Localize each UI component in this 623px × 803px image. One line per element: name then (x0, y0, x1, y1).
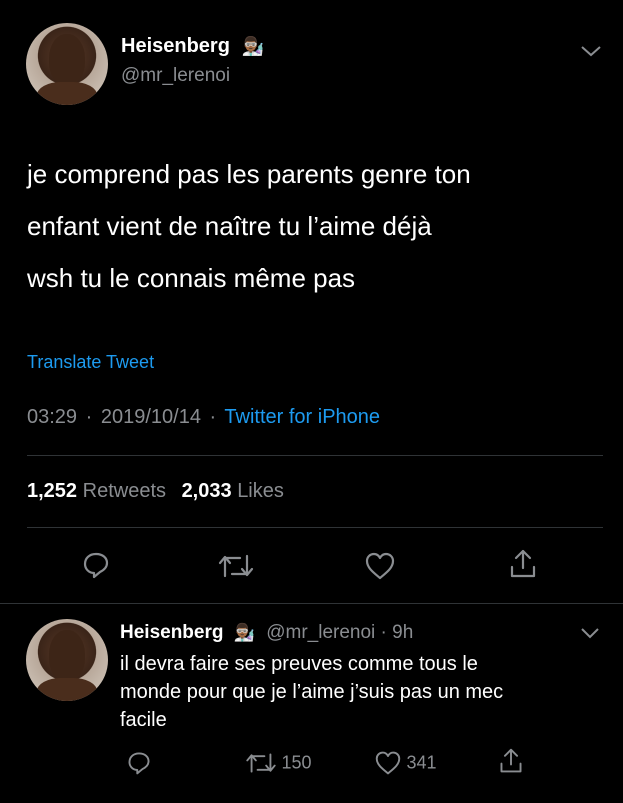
retweet-icon[interactable] (218, 552, 254, 580)
reply-handle-time[interactable]: @mr_lerenoi · 9h (266, 622, 413, 643)
tweet-text: je comprend pas les parents genre ton en… (27, 148, 471, 304)
author-handle[interactable]: @mr_lerenoi (121, 65, 230, 87)
share-icon[interactable] (498, 747, 524, 775)
divider (0, 603, 623, 604)
scientist-emoji-icon: 👨🏾‍🔬 (233, 623, 255, 642)
likes-label: Likes (237, 480, 284, 502)
reply-text-line: monde pour que je l’aime j’suis pas un m… (120, 681, 504, 703)
retweet-icon (245, 751, 277, 775)
reply-header: Heisenberg 👨🏾‍🔬 @mr_lerenoi · 9h (120, 622, 413, 644)
reply-like-count: 341 (406, 752, 437, 773)
reply-text-line: facile (120, 709, 167, 731)
author-display-name[interactable]: Heisenberg (121, 35, 230, 57)
tweet-text-line: je comprend pas les parents genre ton (27, 159, 471, 189)
reply-retweet-count: 150 (281, 752, 312, 773)
scientist-emoji-icon: 👨🏾‍🔬 (241, 36, 264, 56)
retweets-stat[interactable]: 1,252 Retweets (27, 480, 172, 502)
like-heart-icon (374, 750, 402, 776)
divider (27, 455, 603, 456)
like-heart-icon[interactable] (364, 551, 396, 581)
tweet-time: 03:29 (27, 406, 78, 428)
tweet-source-link[interactable]: Twitter for iPhone (224, 406, 380, 428)
likes-count: 2,033 (181, 480, 232, 502)
chevron-down-icon[interactable] (580, 627, 600, 639)
reply-text: il devra faire ses preuves comme tous le… (120, 650, 503, 734)
reply-icon[interactable] (126, 750, 152, 776)
reply-icon[interactable] (81, 550, 111, 580)
author-name-row: Heisenberg 👨🏾‍🔬 (121, 35, 264, 58)
likes-stat[interactable]: 2,033 Likes (182, 480, 284, 502)
separator: · (85, 406, 93, 428)
tweet-text-line: wsh tu le connais même pas (27, 263, 356, 293)
reply-like-action[interactable]: 341 (374, 750, 437, 776)
author-avatar[interactable] (26, 23, 108, 105)
tweet-date: 2019/10/14 (100, 406, 201, 428)
tweet-text-line: enfant vient de naître tu l’aime déjà (27, 211, 432, 241)
timestamp-row: 03:29 · 2019/10/14 · Twitter for iPhone (27, 406, 380, 429)
stats-row: 1,252 Retweets 2,033 Likes (27, 480, 284, 503)
reply-text-line: il devra faire ses preuves comme tous le (120, 653, 478, 675)
divider (27, 527, 603, 528)
reply-author-avatar[interactable] (26, 619, 108, 701)
chevron-down-icon[interactable] (580, 44, 602, 58)
reply-retweet-action[interactable]: 150 (245, 751, 312, 775)
translate-tweet-link[interactable]: Translate Tweet (27, 352, 154, 373)
retweets-count: 1,252 (27, 480, 78, 502)
reply-display-name[interactable]: Heisenberg (120, 622, 223, 643)
share-icon[interactable] (508, 548, 538, 580)
separator: · (209, 406, 217, 428)
retweets-label: Retweets (82, 480, 166, 502)
